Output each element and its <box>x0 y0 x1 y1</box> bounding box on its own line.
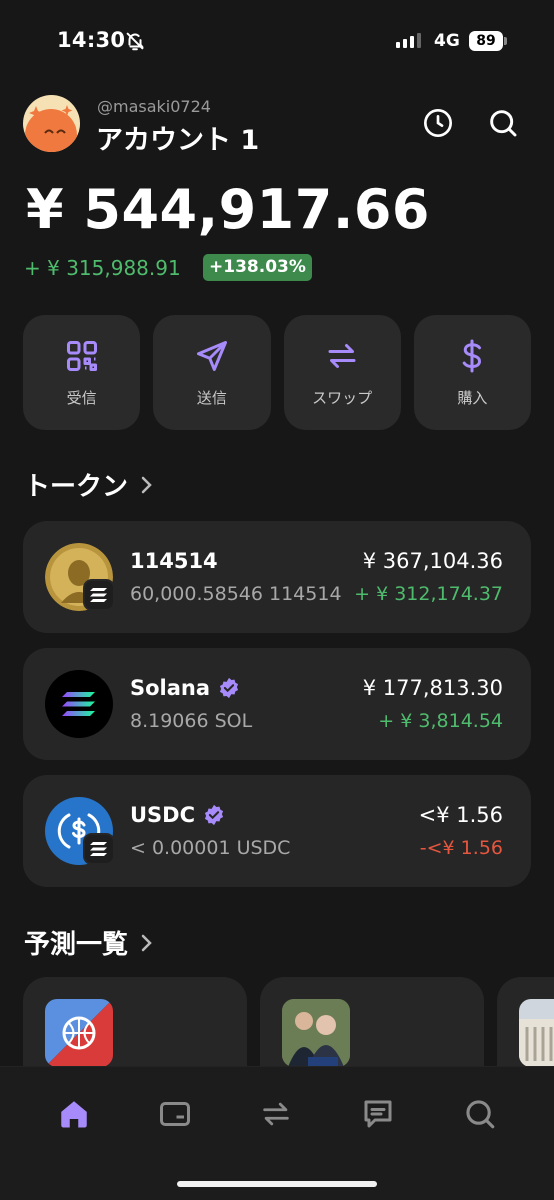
home-icon <box>61 1101 87 1128</box>
nav-swap[interactable] <box>255 1093 297 1135</box>
clock-icon <box>424 109 452 137</box>
swap-label: スワップ <box>312 388 373 407</box>
token-amount: < 0.00001 USDC <box>130 837 291 859</box>
politics-market-image <box>282 999 350 1067</box>
token-name: 114514 <box>130 549 218 573</box>
dollar-icon <box>463 339 482 372</box>
wallet-icon <box>160 1102 190 1126</box>
search-icon <box>490 110 517 137</box>
send-icon <box>196 340 227 371</box>
token-row-114514[interactable]: 114514 60,000.58546 114514 ¥ 367,104.36 … <box>23 521 531 633</box>
basketball-market-image <box>45 999 113 1067</box>
token-row-solana[interactable]: Solana 8.19066 SOL ¥ 177,813.30 + ¥ 3,81… <box>23 648 531 760</box>
solana-chain-badge <box>83 579 115 611</box>
send-button[interactable]: 送信 <box>153 315 271 430</box>
home-indicator[interactable] <box>177 1181 377 1187</box>
token-change: + ¥ 3,814.54 <box>378 710 503 732</box>
search-button[interactable] <box>485 105 521 141</box>
swap-icon <box>328 343 356 368</box>
verified-badge-icon <box>204 804 224 826</box>
signal-icon <box>396 32 421 48</box>
bell-muted-icon <box>124 30 146 56</box>
status-time: 14:30 <box>57 28 126 52</box>
nav-wallet[interactable] <box>154 1093 196 1135</box>
account-name[interactable]: アカウント 1 <box>96 118 259 157</box>
swap-button[interactable]: スワップ <box>283 315 401 430</box>
receive-button[interactable]: 受信 <box>23 315 141 430</box>
chat-icon <box>364 1100 392 1128</box>
username-handle: @masaki0724 <box>97 97 211 116</box>
battery-tip <box>504 37 507 45</box>
token-amount: 60,000.58546 114514 <box>130 583 342 605</box>
history-button[interactable] <box>420 105 456 141</box>
nav-home[interactable] <box>53 1093 95 1135</box>
nav-search[interactable] <box>459 1093 501 1135</box>
predictions-section-title: 予測一覧 <box>24 930 129 960</box>
solana-logo-icon <box>45 670 113 738</box>
balance-change-percent-badge: +138.03% <box>203 254 312 281</box>
tokens-section-header[interactable]: トークン <box>24 466 154 503</box>
qr-code-icon <box>66 340 97 371</box>
avatar[interactable] <box>23 95 80 152</box>
send-label: 送信 <box>196 388 227 407</box>
token-change: -<¥ 1.56 <box>419 837 503 859</box>
token-change: + ¥ 312,174.37 <box>354 583 503 605</box>
token-value: ¥ 177,813.30 <box>362 676 503 700</box>
total-balance: ¥ 544,917.66 <box>26 178 430 241</box>
search-icon <box>466 1100 495 1129</box>
predictions-section-header[interactable]: 予測一覧 <box>24 924 154 961</box>
token-value: ¥ 367,104.36 <box>362 549 503 573</box>
buy-label: 購入 <box>457 388 488 407</box>
tokens-section-title: トークン <box>24 472 129 502</box>
bottom-navigation <box>0 1066 554 1200</box>
balance-change-amount: + ¥ 315,988.91 <box>24 256 181 280</box>
receive-label: 受信 <box>66 388 97 407</box>
token-row-usdc[interactable]: USDC < 0.00001 USDC <¥ 1.56 -<¥ 1.56 <box>23 775 531 887</box>
token-value: <¥ 1.56 <box>418 803 503 827</box>
nav-messages[interactable] <box>357 1093 399 1135</box>
action-buttons: 受信 送信 スワップ 購入 <box>23 315 531 430</box>
buy-button[interactable]: 購入 <box>413 315 531 430</box>
chevron-right-icon <box>141 934 152 951</box>
solana-chain-badge <box>83 833 115 865</box>
token-name: USDC <box>130 803 225 827</box>
verified-badge-icon <box>219 677 239 699</box>
building-market-image <box>519 999 554 1067</box>
battery-indicator: 89 <box>469 31 503 51</box>
swap-icon <box>263 1102 289 1126</box>
token-amount: 8.19066 SOL <box>130 710 253 732</box>
chevron-right-icon <box>141 476 152 493</box>
network-type: 4G <box>434 31 460 51</box>
status-bar: 14:30 4G 89 <box>0 0 554 80</box>
token-name: Solana <box>130 676 240 700</box>
